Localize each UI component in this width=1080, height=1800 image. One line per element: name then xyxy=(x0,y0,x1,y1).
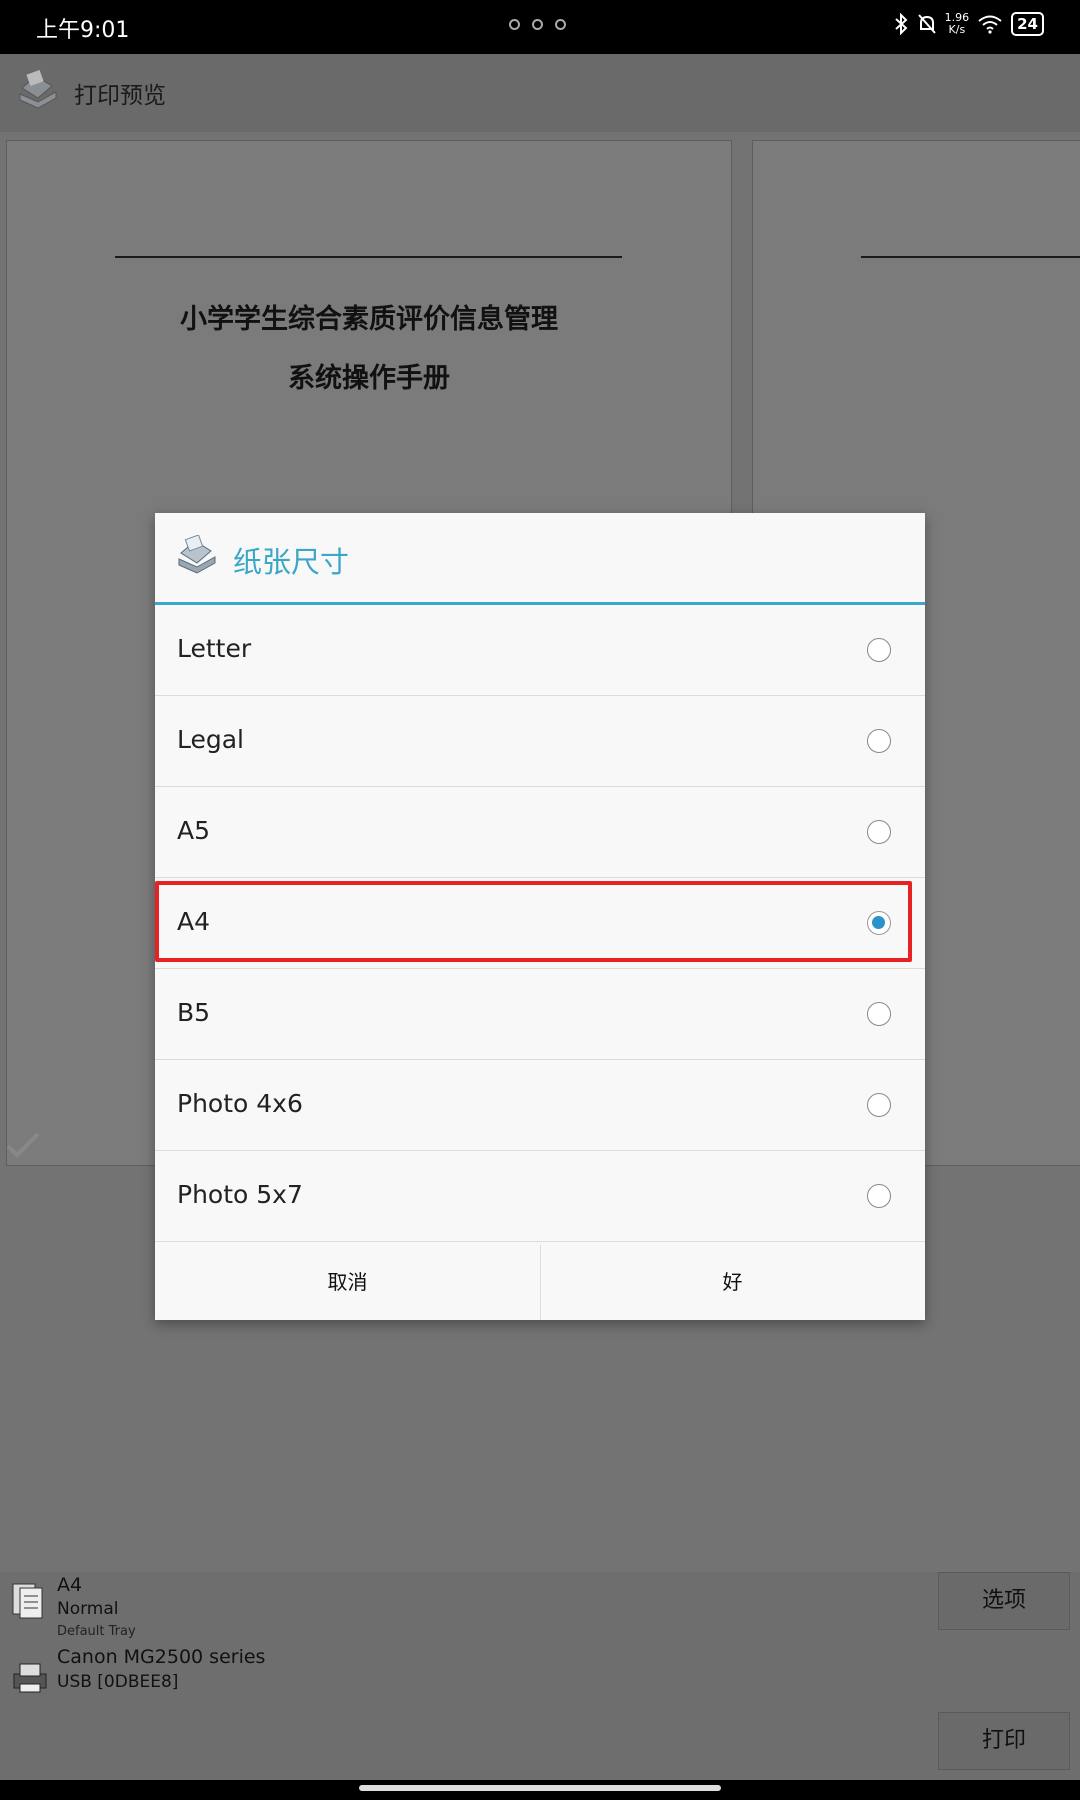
radio-button[interactable] xyxy=(867,1002,891,1026)
radio-button-selected[interactable] xyxy=(867,911,891,935)
printer-app-icon xyxy=(178,535,216,574)
radio-button[interactable] xyxy=(867,729,891,753)
radio-button[interactable] xyxy=(867,1184,891,1208)
app-title: 打印预览 xyxy=(74,83,166,109)
radio-button[interactable] xyxy=(867,1093,891,1117)
battery-indicator: 24 xyxy=(1011,12,1044,36)
option-letter[interactable]: Letter xyxy=(155,605,925,696)
wifi-icon xyxy=(978,15,1002,34)
doc-title-line2: 系统操作手册 xyxy=(288,363,450,394)
dialog-title: 纸张尺寸 xyxy=(233,545,350,579)
status-bar: 上午9:01 1.96 K/s 24 xyxy=(0,0,1080,54)
printer-name[interactable]: Canon MG2500 series xyxy=(57,1646,265,1668)
option-label: A5 xyxy=(177,816,211,845)
print-quality[interactable]: Normal xyxy=(57,1599,119,1619)
option-label: Photo 4x6 xyxy=(177,1089,303,1118)
paper-size-dialog: 纸张尺寸 Letter Legal A5 A4 B5 Photo 4x6 Pho… xyxy=(155,513,925,1320)
network-speed: 1.96 K/s xyxy=(944,11,970,36)
printer-icon[interactable] xyxy=(10,1660,50,1696)
paper-icon[interactable] xyxy=(10,1580,46,1620)
bluetooth-icon xyxy=(894,13,908,35)
option-legal[interactable]: Legal xyxy=(155,696,925,787)
page-header-line xyxy=(115,256,622,258)
option-label: Letter xyxy=(177,634,252,663)
option-label: Photo 5x7 xyxy=(177,1180,303,1209)
dot-icon xyxy=(509,19,520,30)
print-button[interactable]: 打印 xyxy=(938,1712,1070,1770)
options-button[interactable]: 选项 xyxy=(938,1572,1070,1630)
radio-button[interactable] xyxy=(867,638,891,662)
dot-icon xyxy=(555,19,566,30)
option-b5[interactable]: B5 xyxy=(155,969,925,1060)
ok-button[interactable]: 好 xyxy=(540,1245,925,1320)
cancel-button[interactable]: 取消 xyxy=(155,1245,541,1320)
mute-bell-icon xyxy=(917,14,936,34)
option-photo-4x6[interactable]: Photo 4x6 xyxy=(155,1060,925,1151)
dot-icon xyxy=(532,19,543,30)
printer-app-icon xyxy=(19,70,57,109)
printer-port[interactable]: USB [0DBEE8] xyxy=(57,1672,178,1692)
option-a5[interactable]: A5 xyxy=(155,787,925,878)
home-indicator[interactable] xyxy=(359,1785,721,1791)
option-a4[interactable]: A4 xyxy=(155,878,925,969)
status-time: 上午9:01 xyxy=(36,18,130,43)
app-header: 打印预览 xyxy=(0,54,1080,132)
print-settings-bar: A4 Normal Default Tray Canon MG2500 seri… xyxy=(0,1572,1080,1780)
radio-button[interactable] xyxy=(867,820,891,844)
status-icons: 1.96 K/s 24 xyxy=(893,12,1044,36)
paper-size[interactable]: A4 xyxy=(57,1574,82,1596)
checkmark-icon[interactable] xyxy=(5,1130,41,1160)
option-label: A4 xyxy=(177,907,211,936)
paper-tray[interactable]: Default Tray xyxy=(57,1624,136,1639)
option-photo-5x7[interactable]: Photo 5x7 xyxy=(155,1151,925,1242)
multitask-dots[interactable] xyxy=(509,19,566,30)
dialog-header: 纸张尺寸 xyxy=(155,513,925,605)
option-label: B5 xyxy=(177,998,211,1027)
doc-title-line1: 小学学生综合素质评价信息管理 xyxy=(180,304,558,335)
navigation-bar xyxy=(0,1780,1080,1800)
page-header-line xyxy=(861,256,1080,258)
option-label: Legal xyxy=(177,725,245,754)
